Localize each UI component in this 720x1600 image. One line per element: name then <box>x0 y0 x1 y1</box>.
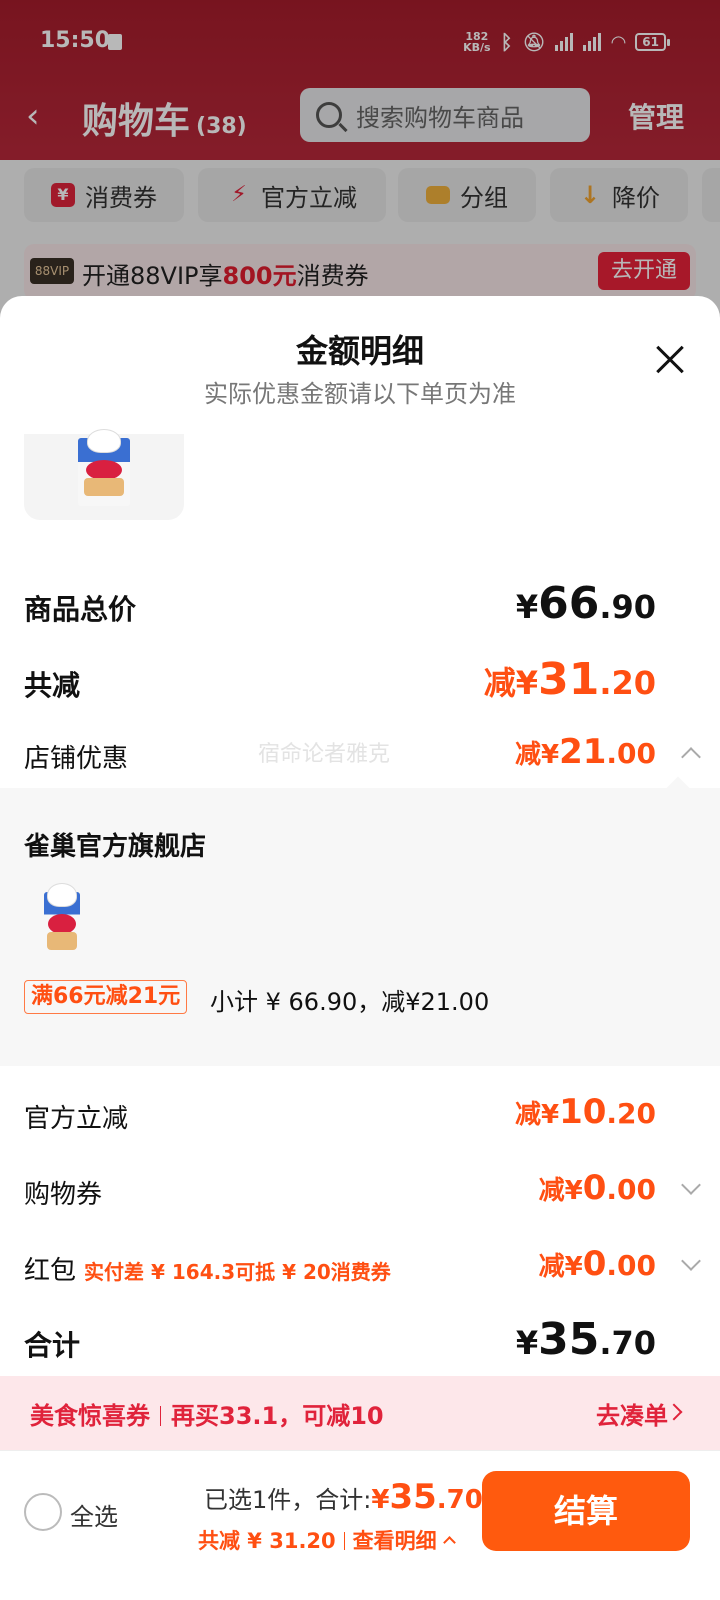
chevron-up-icon <box>442 1536 456 1549</box>
coupon-suggestion: 美食惊喜券 再买33.1，可减10 <box>30 1396 384 1431</box>
coupon-dec: .00 <box>606 1173 656 1206</box>
shop-discount-prefix: 减¥ <box>514 740 560 770</box>
red-packet-row[interactable]: 红包 实付差 ¥ 164.3可抵 ¥ 20消费券 减¥0.00 <box>0 1240 720 1300</box>
sheet-subtitle: 实际优惠金额请以下单页为准 <box>204 380 516 408</box>
amount-detail-sheet: 金额明细 实际优惠金额请以下单页为准 商品总价 ¥66.90 共减 减¥31.2… <box>0 296 720 1600</box>
summary-yen: ¥ <box>371 1485 390 1515</box>
red-packet-prefix: 减¥ <box>538 1252 583 1282</box>
grand-total-value: ¥35.70 <box>516 1314 656 1365</box>
price-int: 66 <box>538 578 600 629</box>
red-packet-dec: .00 <box>606 1249 656 1282</box>
yen-sign: ¥ <box>515 588 539 626</box>
grand-dec: .70 <box>599 1324 656 1362</box>
discount-int: 31 <box>538 654 600 705</box>
selected-text: 已选1件，合计: <box>204 1486 372 1514</box>
grand-total-label: 合计 <box>24 1329 81 1362</box>
view-detail-link[interactable]: 查看明细 <box>353 1529 437 1553</box>
coupon-hint: 再买33.1，可减10 <box>171 1402 384 1430</box>
grand-total-row: 合计 ¥35.70 <box>0 1314 720 1374</box>
shop-name: 雀巢官方旗舰店 <box>24 832 207 862</box>
close-icon[interactable] <box>650 340 690 380</box>
shop-product-image <box>44 884 80 956</box>
shop-discount-dec: .00 <box>606 737 656 770</box>
official-discount-row: 官方立减 减¥10.20 <box>0 1088 720 1148</box>
official-prefix: 减¥ <box>514 1100 560 1130</box>
total-price-row: 商品总价 ¥66.90 <box>0 578 720 638</box>
watermark: 宿命论者雅克 <box>258 742 391 767</box>
shop-discount-value: 减¥21.00 <box>515 732 656 772</box>
chevron-right-icon <box>665 1403 683 1421</box>
summary-line: 已选1件，合计:¥35.70 <box>204 1477 483 1517</box>
shopping-coupon-value: 减¥0.00 <box>539 1168 656 1208</box>
shop-discount-int: 21 <box>559 732 607 772</box>
total-price-label: 商品总价 <box>24 593 137 626</box>
shop-detail-box: 雀巢官方旗舰店 满66元减21元 小计 ¥ 66.90，减¥21.00 <box>0 776 720 1066</box>
checkout-bar: 全选 已选1件，合计:¥35.70 共减 ¥ 31.20 查看明细 结算 <box>0 1450 720 1600</box>
select-all-checkbox[interactable] <box>24 1493 62 1531</box>
official-discount-label: 官方立减 <box>24 1104 129 1134</box>
sheet-title: 金额明细 <box>295 332 424 370</box>
official-dec: .20 <box>606 1097 656 1130</box>
product-thumbnail-card <box>24 430 184 520</box>
discount-text: 共减 ¥ 31.20 <box>198 1529 336 1553</box>
chevron-down-icon[interactable] <box>681 1175 701 1195</box>
shopping-coupon-row[interactable]: 购物券 减¥0.00 <box>0 1164 720 1224</box>
red-packet-int: 0 <box>582 1244 607 1284</box>
coupon-suggestion-bar[interactable]: 美食惊喜券 再买33.1，可减10 去凑单 <box>0 1376 720 1450</box>
summary-int: 35 <box>389 1477 437 1517</box>
red-packet-label: 红包 实付差 ¥ 164.3可抵 ¥ 20消费券 <box>24 1250 391 1287</box>
discount-line[interactable]: 共减 ¥ 31.20 查看明细 <box>198 1525 456 1555</box>
price-dec: .90 <box>599 588 656 626</box>
promo-tag: 满66元减21元 <box>24 980 188 1014</box>
grand-yen: ¥ <box>515 1324 539 1362</box>
red-packet-reminder: 实付差 ¥ 164.3可抵 ¥ 20消费券 <box>84 1260 391 1284</box>
total-discount-value: 减¥31.20 <box>484 654 656 705</box>
red-packet-value: 减¥0.00 <box>539 1244 656 1284</box>
summary-dec: .70 <box>436 1485 483 1515</box>
total-discount-row: 共减 减¥31.20 <box>0 654 720 714</box>
official-int: 10 <box>559 1092 607 1132</box>
official-discount-value: 减¥10.20 <box>515 1092 656 1132</box>
add-items-link[interactable]: 去凑单 <box>596 1396 668 1431</box>
select-all-label[interactable]: 全选 <box>70 1497 118 1532</box>
discount-dec: .20 <box>599 664 656 702</box>
shop-subtotal: 小计 ¥ 66.90，减¥21.00 <box>210 988 490 1016</box>
coupon-int: 0 <box>582 1168 607 1208</box>
coupon-prefix: 减¥ <box>538 1176 583 1206</box>
product-image <box>78 430 130 506</box>
red-packet-label-text: 红包 <box>24 1256 77 1286</box>
chevron-up-icon[interactable] <box>681 747 701 767</box>
summary-total: ¥35.70 <box>371 1477 483 1517</box>
shop-discount-label: 店铺优惠 <box>24 744 129 774</box>
discount-prefix: 减¥ <box>483 664 539 702</box>
chevron-down-icon[interactable] <box>681 1251 701 1271</box>
coupon-name: 美食惊喜券 <box>30 1402 150 1430</box>
checkout-button[interactable]: 结算 <box>482 1471 690 1551</box>
grand-int: 35 <box>538 1314 600 1365</box>
shopping-coupon-label: 购物券 <box>24 1180 103 1210</box>
total-discount-label: 共减 <box>24 669 81 702</box>
total-price-value: ¥66.90 <box>516 578 656 629</box>
